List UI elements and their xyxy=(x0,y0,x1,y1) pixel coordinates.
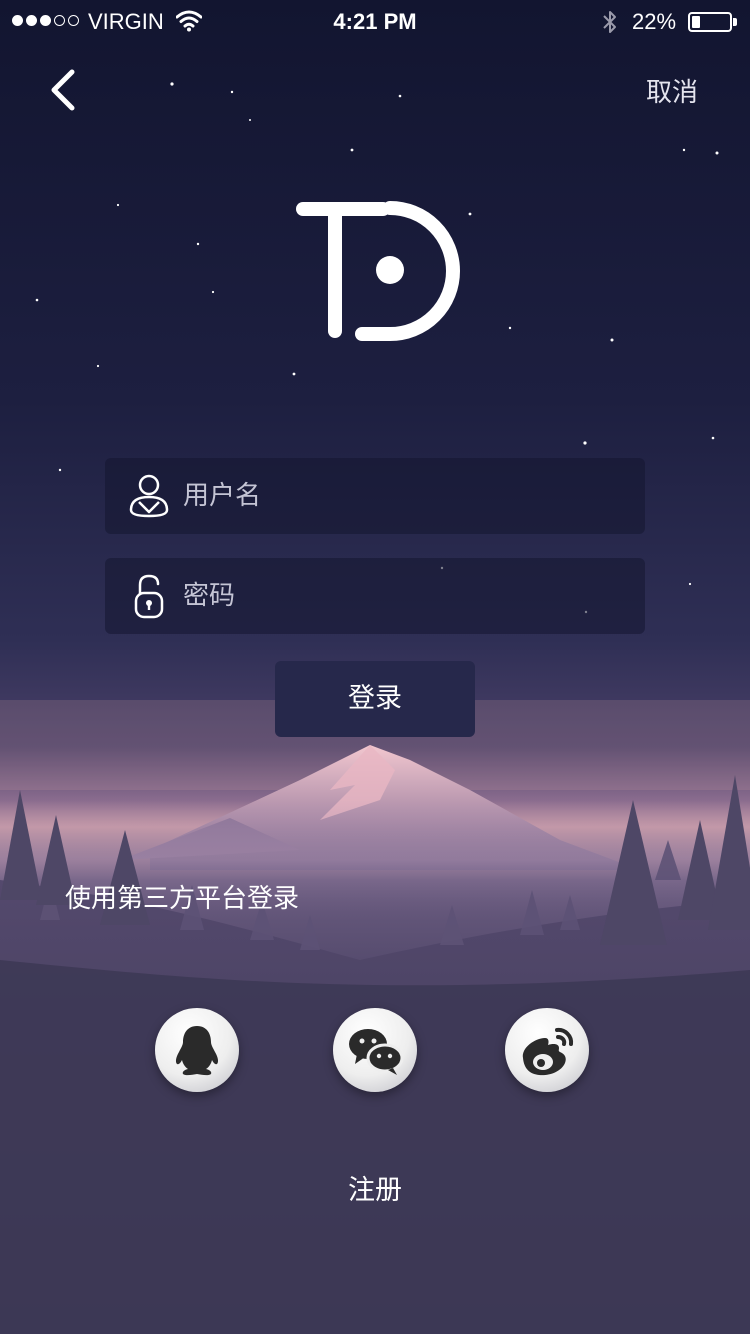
battery-percentage: 22% xyxy=(632,9,677,34)
battery-level xyxy=(692,16,700,28)
username-input[interactable] xyxy=(183,458,623,534)
qq-login-button[interactable] xyxy=(155,1008,239,1092)
cancel-button[interactable]: 取消 xyxy=(646,72,698,109)
weibo-login-button[interactable] xyxy=(505,1008,589,1092)
username-field[interactable] xyxy=(105,458,645,534)
battery-icon xyxy=(688,12,732,32)
user-icon xyxy=(129,474,169,518)
register-link[interactable]: 注册 xyxy=(0,1168,750,1207)
third-party-login-label: 使用第三方平台登录 xyxy=(65,884,300,914)
login-screen: VIRGIN 4:21 PM 22% 取消 用户名 登录 使用第三方平台登录 注… xyxy=(0,0,750,1334)
chevron-left-icon xyxy=(51,69,75,111)
battery-tip xyxy=(733,18,737,26)
unlock-icon xyxy=(134,574,164,619)
weibo-icon xyxy=(522,1027,574,1076)
password-input[interactable] xyxy=(183,558,623,634)
status-bar: VIRGIN 4:21 PM 22% xyxy=(0,0,750,44)
td-logo-icon xyxy=(296,201,460,341)
wechat-icon xyxy=(349,1029,404,1075)
login-button[interactable]: 登录 xyxy=(275,661,475,737)
crescent-moon-icon xyxy=(356,618,386,649)
bluetooth-icon xyxy=(603,11,616,33)
back-button[interactable] xyxy=(38,64,90,116)
qq-penguin-icon xyxy=(175,1026,219,1076)
wechat-login-button[interactable] xyxy=(333,1008,417,1092)
